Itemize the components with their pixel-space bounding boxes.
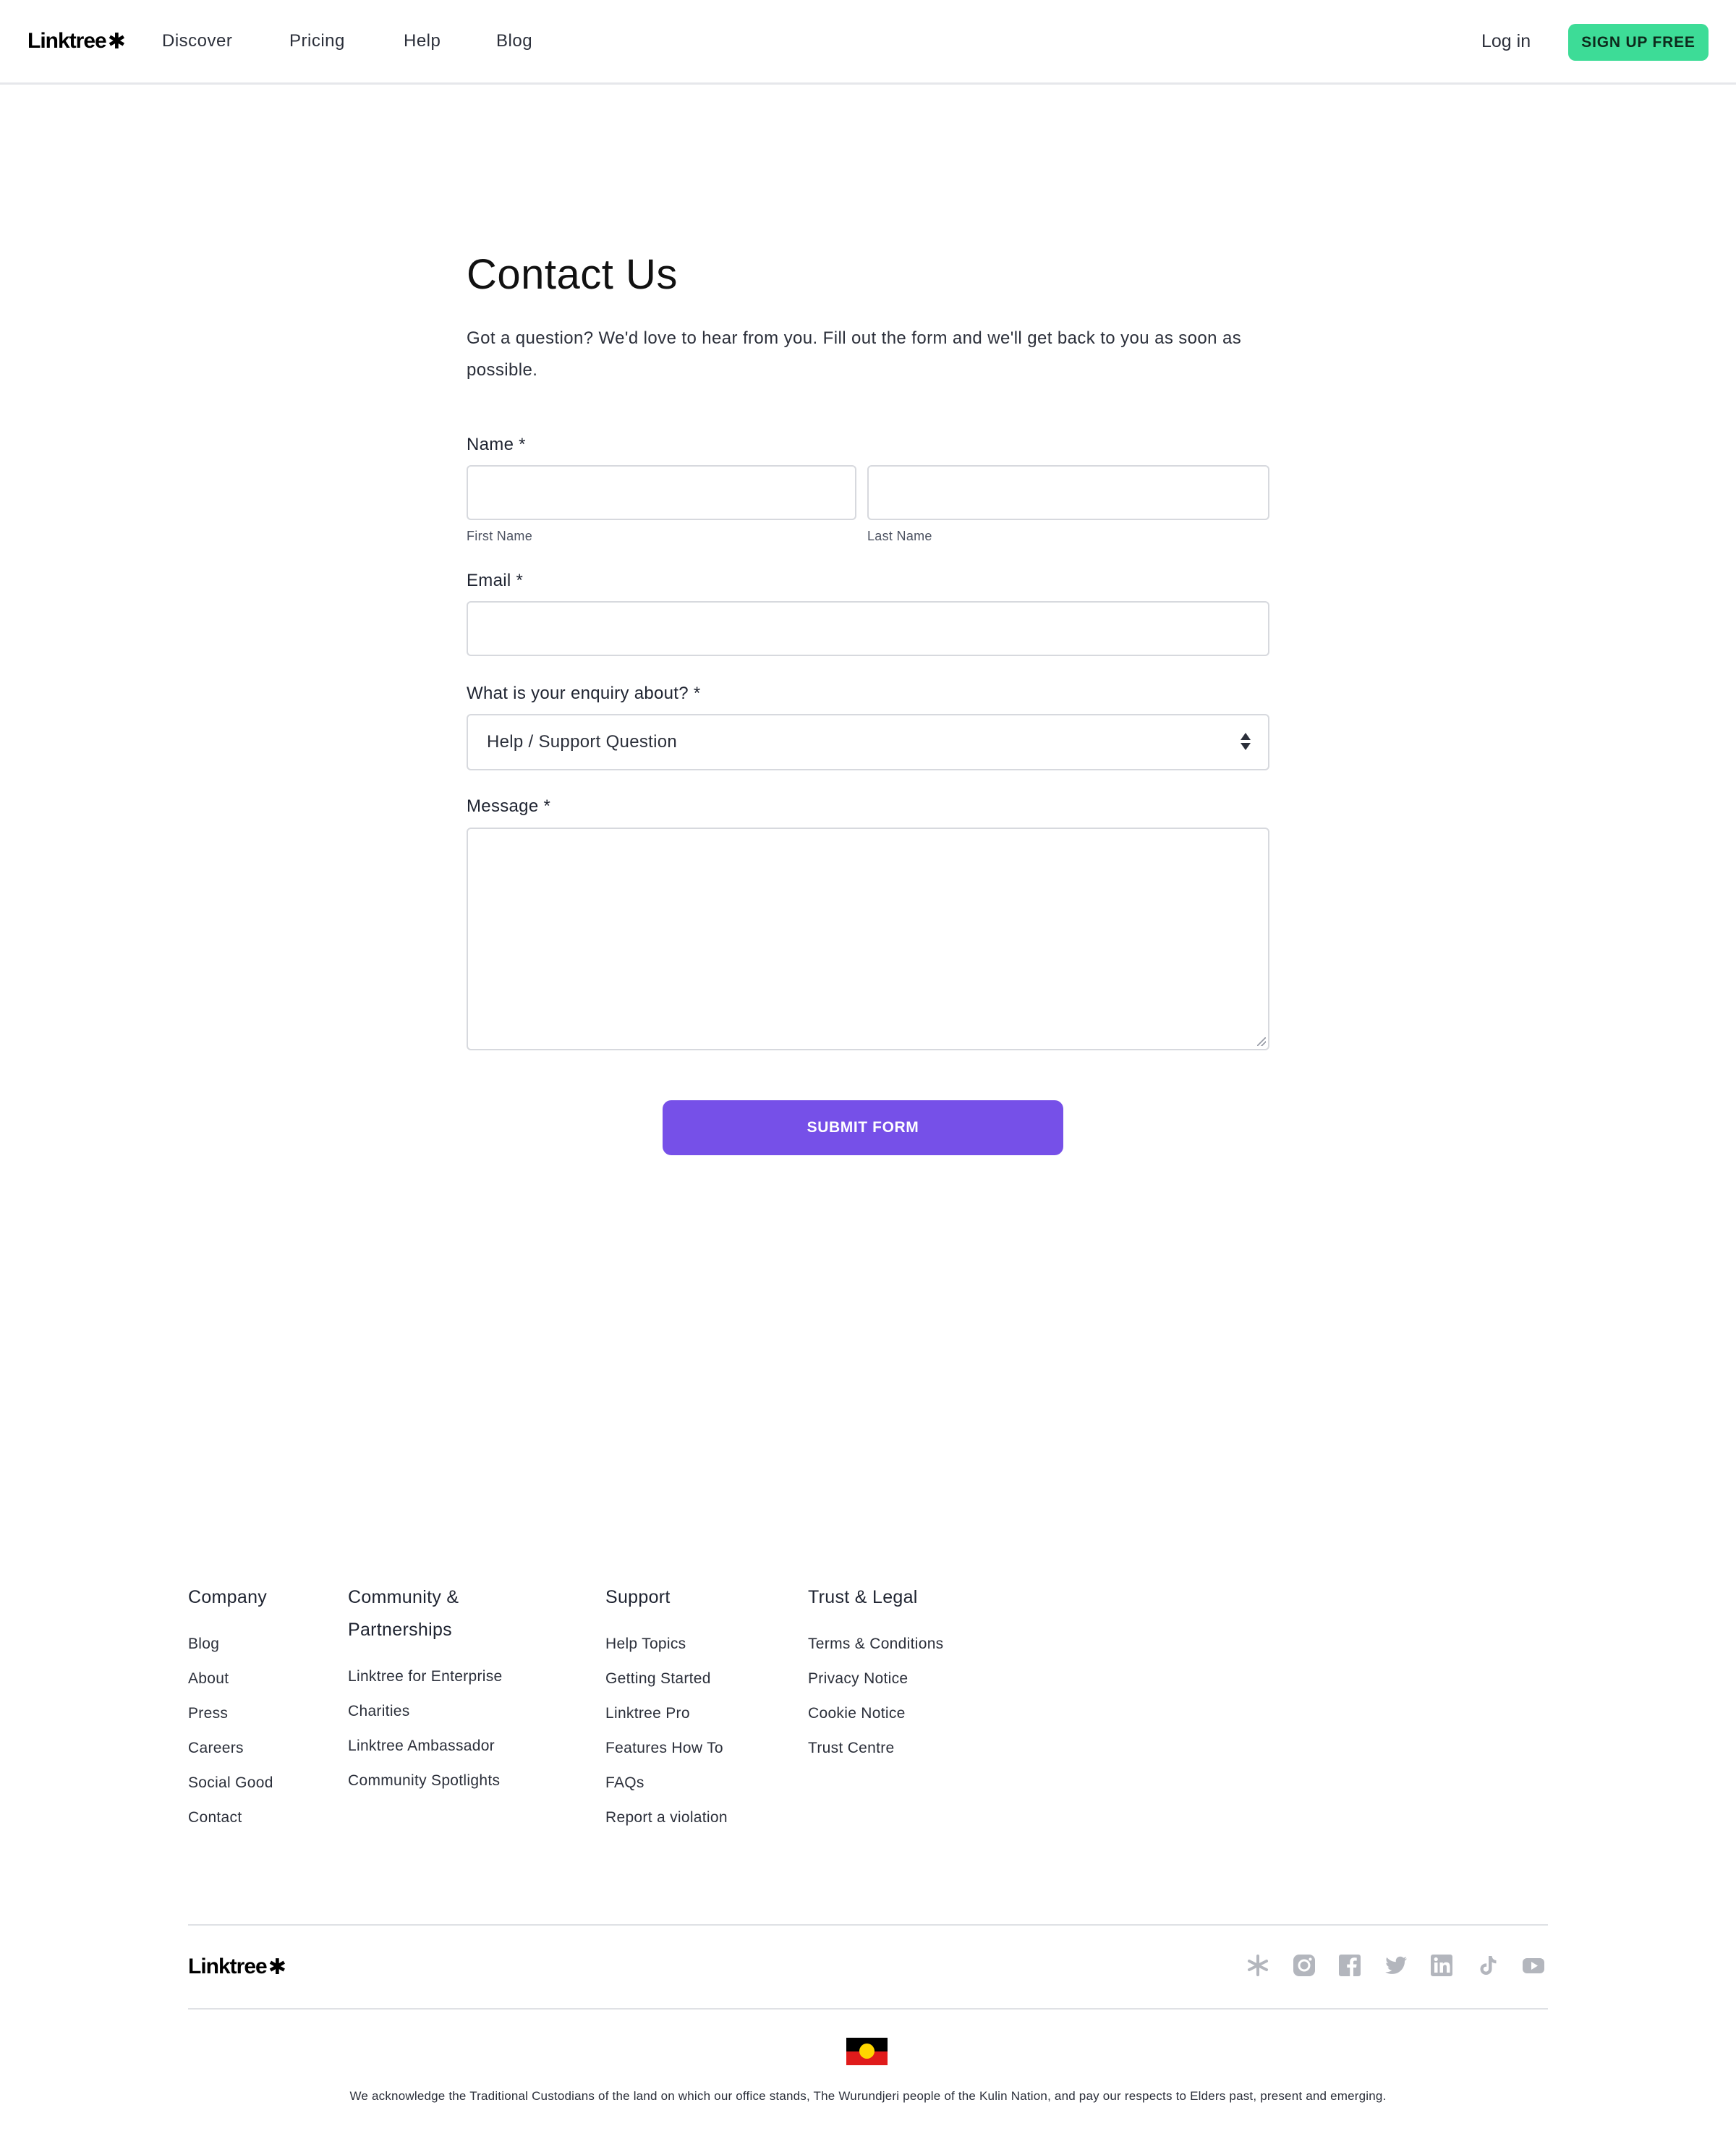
intro-text: Got a question? We'd love to hear from y… — [467, 328, 1242, 380]
login-link[interactable]: Log in — [1481, 25, 1531, 58]
footer-heading: Trust & Legal — [808, 1587, 918, 1607]
footer-link-getting-started[interactable]: Getting Started — [605, 1662, 793, 1696]
submit-form-button[interactable]: SUBMIT FORM — [663, 1100, 1063, 1155]
nav-blog[interactable]: Blog — [496, 25, 532, 58]
footer-link-trust-centre[interactable]: Trust Centre — [808, 1731, 1010, 1766]
resize-handle-icon[interactable] — [1257, 1037, 1266, 1046]
enquiry-select[interactable]: Help / Support Question — [467, 714, 1269, 770]
linktree-icon[interactable] — [1246, 1953, 1270, 1978]
footer-col-trust-legal: Trust & Legal Terms & Conditions Privacy… — [808, 1581, 1010, 1766]
aboriginal-flag-icon — [846, 2038, 888, 2065]
footer-link-blog[interactable]: Blog — [188, 1627, 326, 1662]
tiktok-icon[interactable] — [1476, 1953, 1500, 1978]
nav-help[interactable]: Help — [404, 25, 441, 58]
top-navbar: Linktree ✱ Discover Pricing Help Blog Lo… — [0, 0, 1736, 85]
nav-pricing[interactable]: Pricing — [289, 25, 345, 58]
logo-text: Linktree — [27, 29, 107, 53]
footer-link-features-how-to[interactable]: Features How To — [605, 1731, 793, 1766]
enquiry-selected-value: Help / Support Question — [487, 732, 678, 752]
footer-link-charities[interactable]: Charities — [348, 1694, 522, 1729]
footer-link-privacy[interactable]: Privacy Notice — [808, 1662, 1010, 1696]
footer-linktree-logo[interactable]: Linktree ✱ — [188, 1950, 286, 1983]
email-input[interactable] — [467, 601, 1269, 656]
footer-link-linktree-pro[interactable]: Linktree Pro — [605, 1696, 793, 1731]
nav-discover[interactable]: Discover — [162, 25, 232, 58]
youtube-icon[interactable] — [1521, 1953, 1546, 1978]
footer-col-support: Support Help Topics Getting Started Link… — [605, 1581, 793, 1835]
first-name-input[interactable] — [467, 465, 856, 520]
footer-link-faqs[interactable]: FAQs — [605, 1766, 793, 1800]
footer-divider — [188, 1924, 1548, 1926]
footer-link-cookie[interactable]: Cookie Notice — [808, 1696, 1010, 1731]
footer-heading: Support — [605, 1587, 671, 1607]
acknowledgement-text: We acknowledge the Traditional Custodian… — [349, 2089, 1387, 2103]
footer-link-spotlights[interactable]: Community Spotlights — [348, 1764, 522, 1798]
footer-divider — [188, 2008, 1548, 2010]
footer-link-contact[interactable]: Contact — [188, 1800, 326, 1835]
logo-text: Linktree — [188, 1955, 268, 1978]
message-textarea[interactable] — [467, 828, 1269, 1050]
footer-heading: Community & Partnerships — [348, 1587, 459, 1640]
footer-link-press[interactable]: Press — [188, 1696, 326, 1731]
last-name-hint: Last Name — [867, 529, 932, 543]
email-label: Email * — [467, 571, 524, 590]
social-links — [1246, 1951, 1546, 1980]
footer-link-careers[interactable]: Careers — [188, 1731, 326, 1766]
signup-button[interactable]: SIGN UP FREE — [1568, 24, 1709, 61]
footer-heading: Company — [188, 1587, 268, 1607]
enquiry-label: What is your enquiry about? * — [467, 684, 701, 703]
twitter-icon[interactable] — [1384, 1953, 1408, 1978]
message-label: Message * — [467, 796, 551, 816]
linkedin-icon[interactable] — [1429, 1953, 1454, 1978]
footer-link-help-topics[interactable]: Help Topics — [605, 1627, 793, 1662]
footer-link-about[interactable]: About — [188, 1662, 326, 1696]
footer-link-social-good[interactable]: Social Good — [188, 1766, 326, 1800]
last-name-input[interactable] — [867, 465, 1269, 520]
linktree-logo[interactable]: Linktree ✱ — [27, 25, 126, 58]
first-name-hint: First Name — [467, 529, 533, 543]
footer-link-ambassador[interactable]: Linktree Ambassador — [348, 1729, 522, 1764]
footer-link-enterprise[interactable]: Linktree for Enterprise — [348, 1659, 522, 1694]
footer-link-report-violation[interactable]: Report a violation — [605, 1800, 793, 1835]
name-label: Name * — [467, 435, 526, 454]
select-updown-icon — [1241, 733, 1251, 753]
facebook-icon[interactable] — [1337, 1953, 1362, 1978]
footer-link-terms[interactable]: Terms & Conditions — [808, 1627, 1010, 1662]
instagram-icon[interactable] — [1292, 1953, 1316, 1978]
logo-asterisk-icon: ✱ — [268, 1955, 286, 1979]
logo-asterisk-icon: ✱ — [107, 29, 126, 54]
footer-col-community: Community & Partnerships Linktree for En… — [348, 1581, 522, 1798]
page-title: Contact Us — [467, 251, 678, 298]
footer-col-company: Company Blog About Press Careers Social … — [188, 1581, 326, 1835]
